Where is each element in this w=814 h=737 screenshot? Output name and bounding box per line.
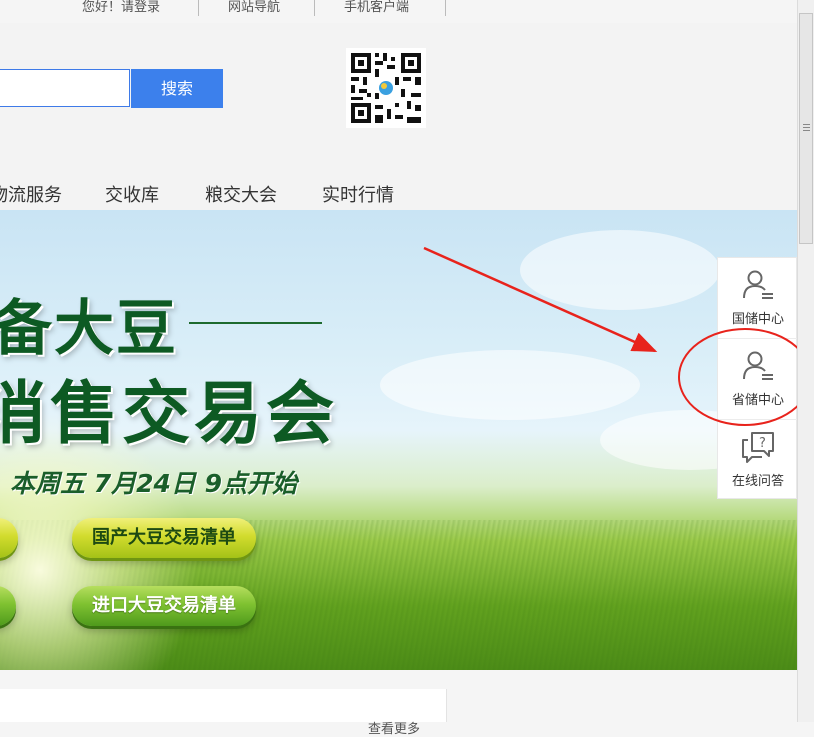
- sidebar-item-provincial-reserve[interactable]: 省储中心: [718, 339, 798, 419]
- nav-item-realtime-quotes[interactable]: 实时行情: [322, 181, 394, 207]
- grip-line: [803, 124, 810, 125]
- qr-code-image: [346, 48, 426, 128]
- sidebar-item-label: 省储中心: [731, 393, 784, 408]
- sidebar-item-online-qa[interactable]: ? 在线问答: [718, 420, 798, 500]
- scrollbar-thumb[interactable]: [799, 13, 813, 244]
- floating-sidebar: 国储中心 省储中心 ? 在线问答: [717, 257, 798, 500]
- banner-title-line2: 消售交易会: [0, 375, 339, 454]
- banner-date-text: 本周五 7月24日 9点开始: [10, 469, 297, 498]
- nav-item-grain-conference[interactable]: 粮交大会: [205, 181, 277, 207]
- search-input[interactable]: [0, 69, 130, 107]
- divider: [445, 0, 446, 16]
- user-list-icon: [743, 351, 773, 380]
- title-underline: [189, 322, 322, 324]
- grip-line: [803, 127, 810, 128]
- user-list-icon: [743, 270, 773, 299]
- top-utility-bar: 您好！请登录 网站导航 手机客户端: [0, 0, 797, 23]
- divider: [314, 0, 315, 16]
- site-nav-link[interactable]: 网站导航: [228, 0, 280, 16]
- site-header: 搜索 物流服务 交收库 粮交大会: [0, 23, 797, 210]
- nav-item-delivery-warehouse[interactable]: 交收库: [105, 181, 159, 207]
- search-button[interactable]: 搜索: [131, 69, 223, 108]
- sidebar-item-label: 国储中心: [731, 312, 784, 327]
- import-soybean-list-button[interactable]: 进口大豆交易清单: [72, 586, 256, 626]
- banner-title-line1: 备大豆: [0, 294, 178, 364]
- cloud-decoration: [520, 230, 720, 310]
- grip-line: [803, 130, 810, 131]
- cloud-decoration: [380, 350, 640, 420]
- nav-item-logistics[interactable]: 物流服务: [0, 181, 62, 207]
- promo-banner[interactable]: 备大豆 消售交易会 本周五 7月24日 9点开始 国产大豆交易清单 进口大豆交易…: [0, 210, 797, 670]
- question-bubble-icon: ?: [742, 432, 774, 463]
- domestic-soybean-list-button[interactable]: 国产大豆交易清单: [72, 518, 256, 558]
- news-panel: 查看更多: [0, 689, 447, 737]
- sidebar-item-national-reserve[interactable]: 国储中心: [718, 258, 798, 338]
- sidebar-item-label: 在线问答: [731, 474, 784, 489]
- login-link[interactable]: 您好！请登录: [82, 0, 160, 16]
- more-link[interactable]: 查看更多: [368, 718, 420, 737]
- vertical-scrollbar[interactable]: [797, 0, 814, 722]
- divider: [198, 0, 199, 16]
- main-nav: 物流服务 交收库 粮交大会 实时行情: [0, 173, 797, 209]
- mobile-client-link[interactable]: 手机客户端: [344, 0, 409, 16]
- svg-text:?: ?: [759, 436, 766, 451]
